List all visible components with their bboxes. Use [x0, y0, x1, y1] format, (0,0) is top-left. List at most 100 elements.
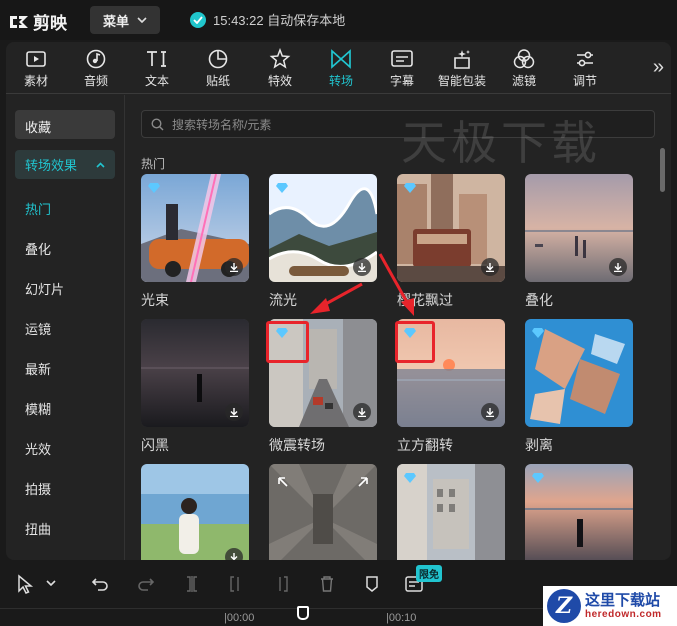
annotation-box	[266, 321, 309, 363]
delete-icon	[317, 574, 337, 594]
tab-effects[interactable]: 特效	[254, 48, 306, 89]
diamond-icon	[404, 470, 416, 488]
sidebar-item-hot[interactable]: 热门	[25, 199, 51, 218]
diamond-icon	[532, 470, 544, 488]
tab-label: 文本	[144, 74, 169, 88]
diamond-icon	[276, 180, 288, 198]
check-circle-icon	[190, 11, 206, 28]
tab-label: 贴纸	[205, 74, 230, 88]
section-title: 热门	[141, 157, 166, 171]
transition-card[interactable]: 闪黑	[141, 319, 249, 455]
download-icon[interactable]	[481, 403, 499, 421]
chevron-up-icon	[96, 161, 105, 168]
sidebar-item-shoot[interactable]: 拍摄	[25, 479, 51, 498]
sidebar-item-distort[interactable]: 扭曲	[25, 519, 51, 538]
tab-label: 智能包装	[437, 74, 486, 88]
tab-label: 素材	[23, 74, 48, 88]
diamond-icon	[148, 180, 160, 198]
search-icon	[151, 117, 164, 130]
site-watermark-logo: Z 这里下载站 heredown.com	[543, 586, 677, 626]
transition-card[interactable]	[141, 464, 249, 560]
download-icon[interactable]	[481, 258, 499, 276]
tab-subtitle[interactable]: 字幕	[376, 48, 428, 89]
search-input[interactable]: 搜索转场名称/元素	[141, 110, 655, 138]
tab-adjust[interactable]: 调节	[559, 48, 611, 89]
timecode-label: |00:10	[386, 612, 417, 624]
transition-card[interactable]: 樱花飘过	[397, 174, 505, 310]
transition-card[interactable]	[269, 464, 377, 560]
sidebar-category-transitions[interactable]: 转场效果	[15, 150, 115, 179]
tab-smart-pack[interactable]: 智能包装	[436, 48, 488, 89]
title-bar: 剪映 菜单 15:43:22 自动保存本地	[0, 0, 677, 40]
sidebar-item-latest[interactable]: 最新	[25, 359, 51, 378]
card-label: 立方翻转	[397, 437, 453, 453]
card-label: 剥离	[525, 437, 553, 453]
asset-toolbar: 素材 音频 文本 贴纸 特效 转场 字幕 智能包装 滤镜 调节 »	[6, 42, 671, 94]
filter-icon	[512, 48, 536, 70]
capcut-logo-icon	[10, 15, 28, 28]
thumbnail	[525, 319, 633, 427]
menu-button[interactable]: 菜单	[90, 6, 160, 34]
thumbnail	[141, 319, 249, 427]
sidebar-item-dissolve[interactable]: 叠化	[25, 239, 51, 258]
thumbnail	[397, 174, 505, 282]
smart-pack-icon	[450, 48, 474, 70]
split-right-icon	[272, 574, 292, 594]
sidebar-item-favorites[interactable]: 收藏	[15, 110, 115, 139]
media-icon	[25, 48, 47, 70]
scrollbar[interactable]	[660, 148, 665, 192]
effects-icon	[269, 48, 291, 70]
transition-card[interactable]: 剥离	[525, 319, 633, 455]
sidebar-item-camera-move[interactable]: 运镜	[25, 319, 51, 338]
tab-media[interactable]: 素材	[10, 48, 62, 89]
chevron-down-icon[interactable]	[46, 580, 56, 586]
card-label: 叠化	[525, 292, 553, 308]
tab-filter[interactable]: 滤镜	[498, 48, 550, 89]
audio-icon	[85, 48, 107, 70]
sticker-icon	[207, 48, 229, 70]
site-name: 这里下载站	[585, 590, 661, 609]
free-badge: 限免	[416, 565, 442, 582]
download-icon[interactable]	[353, 258, 371, 276]
download-icon[interactable]	[225, 258, 243, 276]
undo-icon[interactable]	[90, 574, 110, 594]
tab-label: 特效	[267, 74, 292, 88]
sidebar-item-light[interactable]: 光效	[25, 439, 51, 458]
download-icon[interactable]	[609, 258, 627, 276]
split-icon	[182, 574, 202, 594]
thumbnail	[397, 464, 505, 560]
category-label: 转场效果	[25, 158, 78, 173]
transition-card[interactable]: 叠化	[525, 174, 633, 310]
tab-transition[interactable]: 转场	[315, 48, 367, 89]
card-label: 闪黑	[141, 437, 169, 453]
split-left-icon	[226, 574, 246, 594]
subtitle-icon	[390, 48, 414, 70]
card-label: 光束	[141, 292, 169, 308]
transition-card[interactable]: 光束	[141, 174, 249, 310]
chevron-down-icon	[137, 17, 147, 23]
marker-icon[interactable]	[362, 574, 382, 594]
transition-card[interactable]: 流光	[269, 174, 377, 310]
tab-text[interactable]: 文本	[131, 48, 183, 89]
sidebar-item-slideshow[interactable]: 幻灯片	[25, 279, 64, 298]
transition-card[interactable]	[525, 464, 633, 560]
text-icon	[145, 48, 169, 70]
sidebar-item-blur[interactable]: 模糊	[25, 399, 51, 418]
tab-audio[interactable]: 音频	[70, 48, 122, 89]
tab-sticker[interactable]: 贴纸	[192, 48, 244, 89]
tab-label: 转场	[328, 74, 353, 88]
search-placeholder: 搜索转场名称/元素	[172, 117, 272, 132]
playhead-handle[interactable]	[297, 606, 309, 620]
select-cursor-icon[interactable]	[16, 574, 34, 594]
category-sidebar: 收藏 转场效果 热门 叠化 幻灯片 运镜 最新 模糊 光效 拍摄 扭曲	[6, 95, 125, 560]
timecode-label: |00:00	[224, 612, 255, 624]
thumbnail	[525, 464, 633, 560]
download-icon[interactable]	[225, 403, 243, 421]
transition-card[interactable]	[397, 464, 505, 560]
download-icon[interactable]	[353, 403, 371, 421]
more-tabs-button[interactable]: »	[653, 56, 664, 79]
autosave-status: 15:43:22 自动保存本地	[190, 10, 345, 29]
card-label: 微震转场	[269, 437, 325, 453]
download-icon[interactable]	[225, 548, 243, 560]
card-label: 樱花飘过	[397, 292, 453, 308]
